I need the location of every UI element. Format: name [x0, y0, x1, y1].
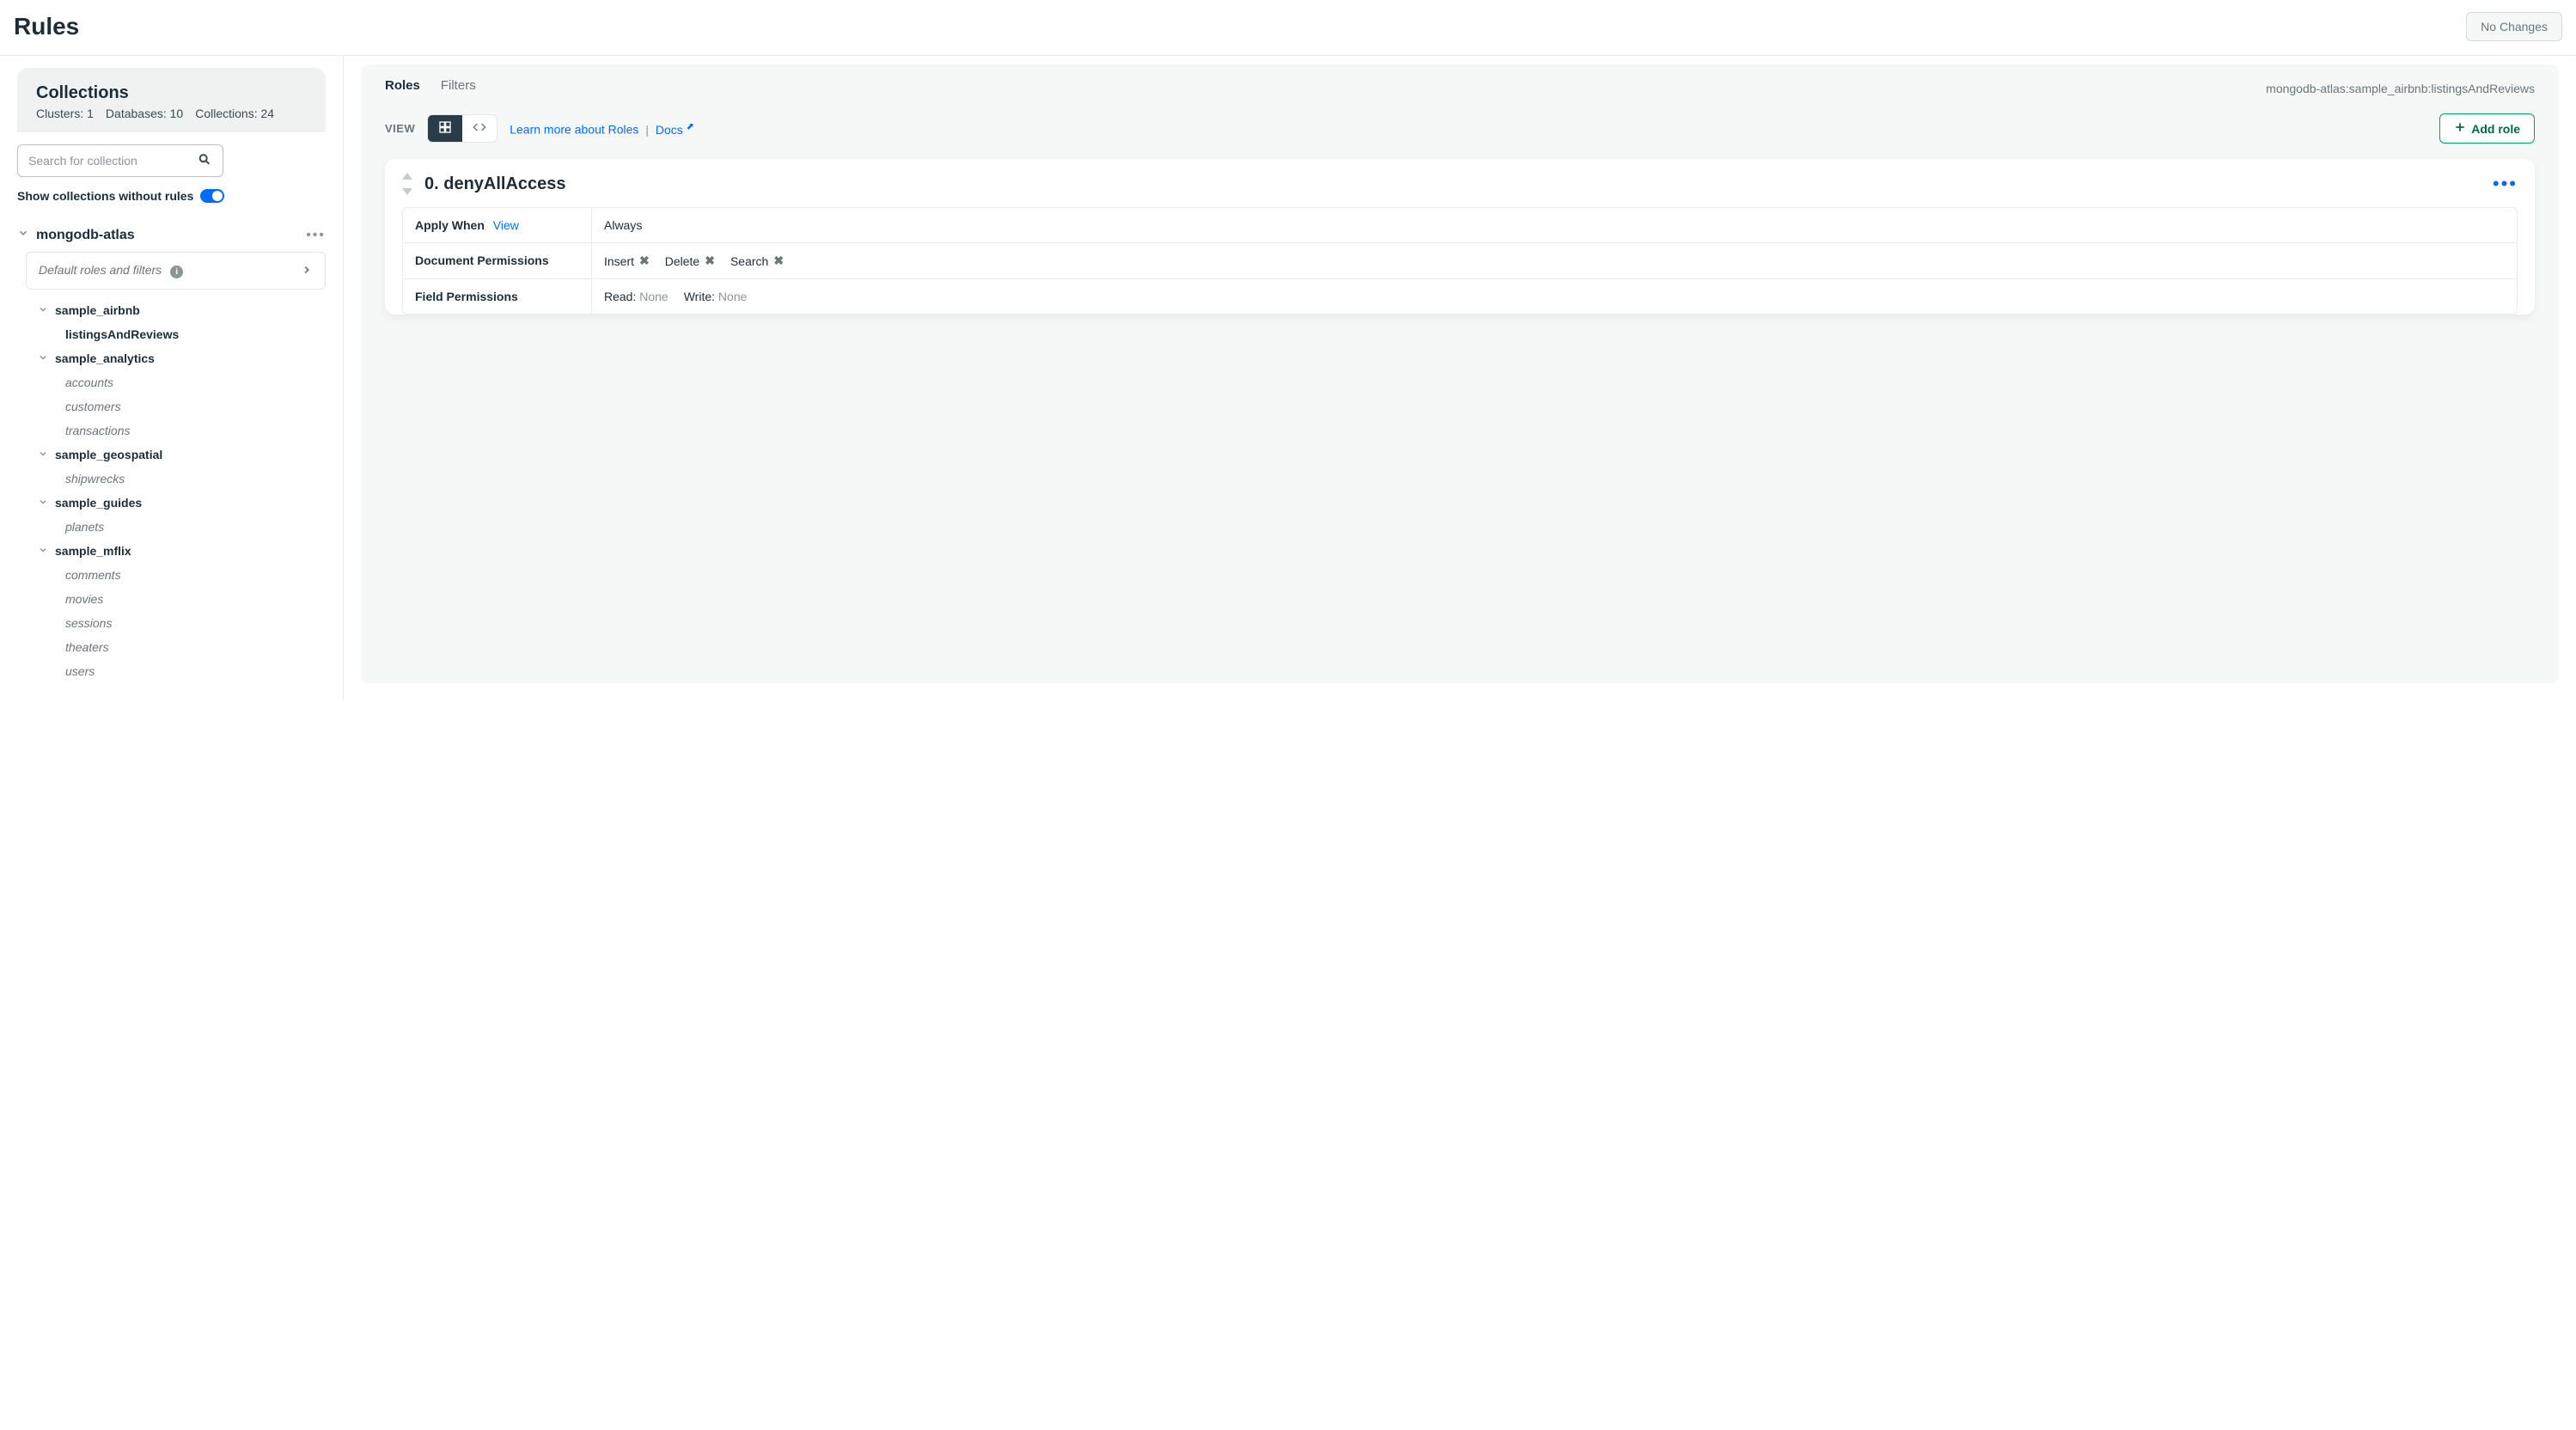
database-tree: sample_airbnb listingsAndReviews sample_an…: [17, 298, 326, 683]
move-down-icon[interactable]: [402, 188, 412, 195]
page-header: Rules No Changes: [0, 0, 2576, 56]
grid-icon: [438, 120, 452, 137]
databases-label: Databases:: [106, 107, 167, 120]
view-label: VIEW: [385, 122, 415, 135]
database-item[interactable]: sample_geospatial: [17, 443, 326, 467]
no-changes-button[interactable]: No Changes: [2466, 12, 2562, 41]
role-permissions-table: Apply When View Always Document Permissi…: [402, 207, 2518, 315]
link-separator: |: [645, 123, 649, 137]
chevron-down-icon: [38, 303, 48, 317]
collection-item[interactable]: transactions: [17, 419, 326, 443]
show-without-rules-toggle[interactable]: [200, 189, 224, 203]
collection-item[interactable]: sessions: [17, 611, 326, 635]
collections-count-label: Collections:: [195, 107, 257, 120]
database-name: sample_airbnb: [55, 303, 140, 317]
search-input[interactable]: [17, 144, 223, 177]
tab-roles[interactable]: Roles: [385, 78, 420, 98]
apply-when-row: Apply When View Always: [403, 208, 2517, 243]
collection-item[interactable]: customers: [17, 394, 326, 419]
view-switch: [427, 114, 497, 143]
collections-count-value: 24: [260, 107, 274, 120]
x-icon: ✖: [773, 254, 784, 268]
database-name: sample_geospatial: [55, 448, 162, 461]
tab-filters[interactable]: Filters: [441, 78, 476, 98]
role-title: 0. denyAllAccess: [424, 174, 566, 194]
apply-when-value: Always: [604, 218, 642, 232]
breadcrumb: mongodb-atlas:sample_airbnb:listingsAndR…: [2266, 82, 2535, 95]
reorder-controls: [402, 173, 412, 195]
learn-more-link[interactable]: Learn more about Roles: [510, 123, 638, 137]
write-label: Write:: [684, 290, 715, 303]
databases-value: 10: [170, 107, 184, 120]
database-item[interactable]: sample_guides: [17, 491, 326, 515]
collection-item[interactable]: listingsAndReviews: [17, 322, 326, 346]
collection-item[interactable]: users: [17, 659, 326, 683]
info-icon: i: [170, 266, 183, 278]
x-icon: ✖: [705, 254, 715, 268]
field-permissions-label: Field Permissions: [403, 279, 592, 314]
read-value: None: [639, 290, 668, 303]
controls-row: VIEW: [361, 98, 2559, 159]
apply-when-view-link[interactable]: View: [493, 218, 519, 232]
cluster-menu-icon[interactable]: •••: [306, 228, 326, 243]
database-name: sample_mflix: [55, 544, 131, 558]
database-item[interactable]: sample_airbnb: [17, 298, 326, 322]
collection-item[interactable]: accounts: [17, 370, 326, 394]
chevron-right-icon: [301, 264, 313, 278]
view-code-option[interactable]: [462, 115, 497, 142]
x-icon: ✖: [639, 254, 650, 268]
code-icon: [473, 120, 486, 137]
show-without-rules-row: Show collections without rules: [17, 189, 326, 203]
collections-title: Collections: [36, 83, 307, 103]
docs-link[interactable]: Docs ⬈: [656, 123, 694, 137]
document-permissions-label: Document Permissions: [403, 243, 592, 278]
database-item[interactable]: sample_analytics: [17, 346, 326, 370]
chevron-down-icon: [38, 496, 48, 510]
collection-item[interactable]: theaters: [17, 635, 326, 659]
chevron-down-icon[interactable]: [17, 227, 29, 243]
docs-label: Docs: [656, 123, 683, 137]
insert-perm-label: Insert: [604, 254, 634, 268]
add-role-label: Add role: [2471, 122, 2520, 136]
write-value: None: [718, 290, 747, 303]
database-item[interactable]: sample_mflix: [17, 539, 326, 563]
main-content: Roles Filters mongodb-atlas:sample_airbn…: [344, 56, 2576, 700]
show-without-rules-label: Show collections without rules: [17, 189, 193, 203]
external-link-icon: ⬈: [687, 121, 694, 131]
collections-stats: Clusters: 1 Databases: 10 Collections: 2…: [36, 107, 307, 120]
delete-perm-label: Delete: [665, 254, 699, 268]
default-roles-button[interactable]: Default roles and filters i: [26, 252, 326, 290]
plus-icon: [2454, 121, 2466, 136]
read-label: Read:: [604, 290, 636, 303]
tabs-row: Roles Filters mongodb-atlas:sample_airbn…: [361, 64, 2559, 98]
collections-header: Collections Clusters: 1 Databases: 10 Co…: [17, 68, 326, 132]
collection-item[interactable]: planets: [17, 515, 326, 539]
default-roles-label: Default roles and filters: [39, 263, 162, 277]
chevron-down-icon: [38, 351, 48, 365]
cluster-row: mongodb-atlas •••: [17, 218, 326, 252]
cluster-name[interactable]: mongodb-atlas: [36, 228, 135, 243]
collections-sidebar: Collections Clusters: 1 Databases: 10 Co…: [0, 56, 344, 700]
clusters-value: 1: [87, 107, 94, 120]
clusters-label: Clusters:: [36, 107, 83, 120]
move-up-icon[interactable]: [402, 173, 412, 180]
search-perm-label: Search: [730, 254, 768, 268]
search-wrap: [17, 144, 326, 177]
role-card: 0. denyAllAccess ••• Apply When View Alw…: [385, 159, 2535, 315]
collection-item[interactable]: comments: [17, 563, 326, 587]
page-title: Rules: [14, 13, 79, 40]
field-permissions-row: Field Permissions Read: None Write: None: [403, 279, 2517, 314]
view-grid-option[interactable]: [428, 115, 462, 142]
add-role-button[interactable]: Add role: [2439, 113, 2535, 144]
apply-when-label: Apply When: [415, 218, 485, 232]
role-menu-icon[interactable]: •••: [2493, 173, 2518, 195]
database-name: sample_guides: [55, 496, 142, 510]
document-permissions-row: Document Permissions Insert ✖ Delete ✖ S…: [403, 243, 2517, 279]
collection-item[interactable]: shipwrecks: [17, 467, 326, 491]
chevron-down-icon: [38, 448, 48, 461]
chevron-down-icon: [38, 544, 48, 558]
collection-item[interactable]: movies: [17, 587, 326, 611]
database-name: sample_analytics: [55, 351, 155, 365]
